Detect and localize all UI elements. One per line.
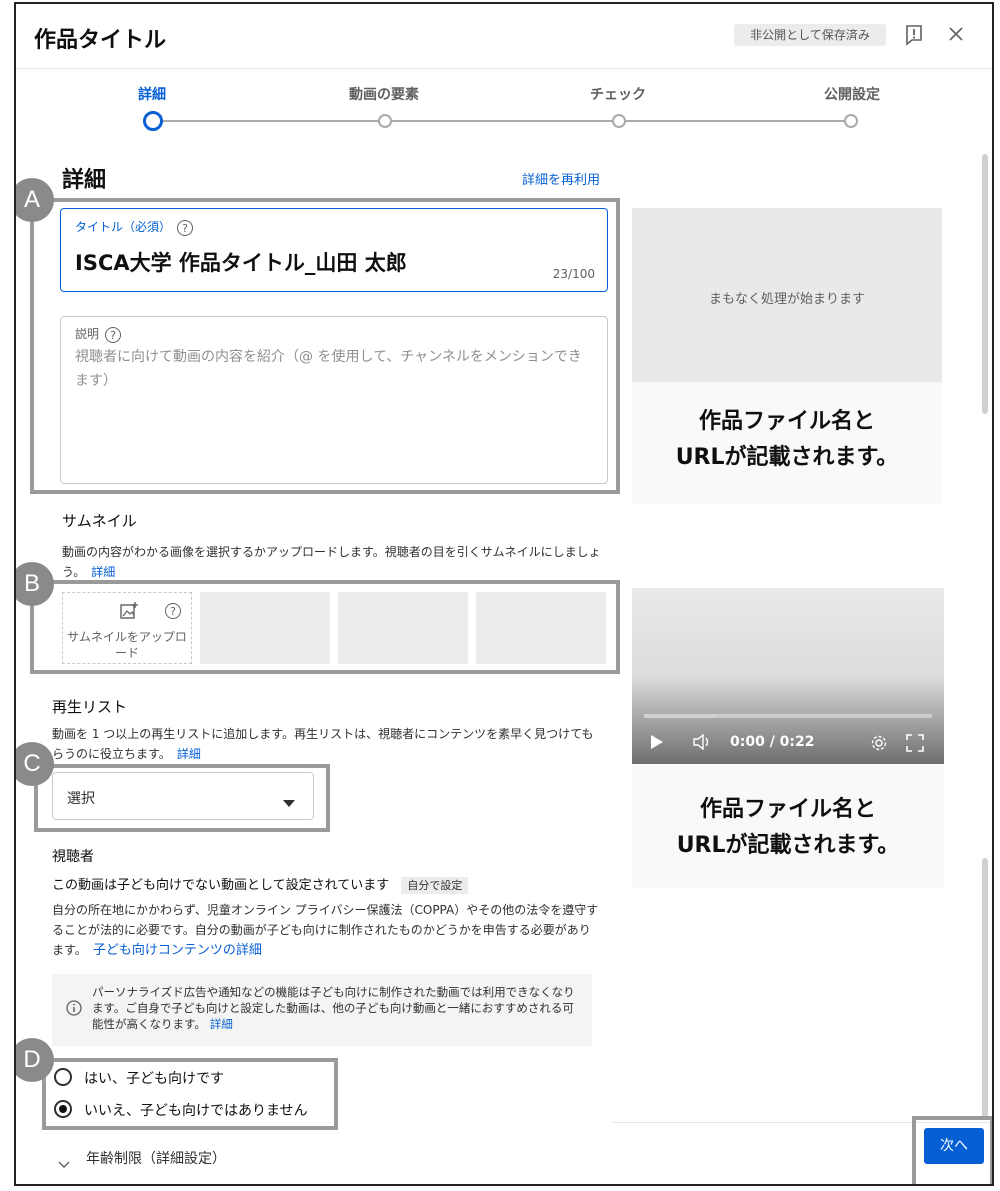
audience-status-row: この動画は子ども向けでない動画として設定されています 自分で設定: [52, 874, 469, 894]
stepper-track: [152, 120, 852, 122]
annotation-box-c: [34, 764, 330, 832]
details-heading: 詳細: [62, 168, 107, 193]
audience-heading: 視聴者: [52, 849, 94, 865]
annotation-box-d: [42, 1058, 338, 1130]
chevron-down-icon[interactable]: [58, 1154, 70, 1173]
thumbnail-heading: サムネイル: [62, 512, 137, 530]
step-checks[interactable]: チェック: [558, 84, 678, 104]
settings-gear-icon[interactable]: [870, 734, 888, 756]
upload-dialog: 作品タイトル 非公開として保存済み 詳細 動画の要素 チェック 公開設定 詳細 …: [14, 2, 994, 1186]
header-divider: [16, 68, 992, 69]
playlist-learn-more-link[interactable]: 詳細: [177, 747, 201, 761]
reuse-details-link[interactable]: 詳細を再利用: [522, 169, 600, 188]
audience-status-badge: 自分で設定: [401, 877, 469, 894]
video-time: 0:00 / 0:22: [730, 734, 815, 750]
saved-status-badge: 非公開として保存済み: [734, 24, 886, 46]
annotation-box-a: [30, 198, 620, 494]
next-button[interactable]: 次へ: [924, 1128, 984, 1164]
playlist-description-text: 動画を 1 つ以上の再生リストに追加します。再生リストは、視聴者にコンテンツを素…: [52, 727, 594, 761]
playlist-heading: 再生リスト: [52, 698, 128, 716]
file-url-note2-line1: 作品ファイル名と: [699, 797, 876, 822]
processing-text: まもなく処理が始まります: [708, 292, 865, 307]
playlist-description: 動画を 1 つ以上の再生リストに追加します。再生リストは、視聴者にコンテンツを素…: [52, 724, 600, 764]
step-video-elements[interactable]: 動画の要素: [324, 84, 444, 104]
close-icon[interactable]: [946, 24, 966, 49]
annotation-box-b: [30, 580, 620, 674]
file-url-note2-line2: URLが記載されます。: [676, 833, 900, 858]
step-dot-checks[interactable]: [612, 114, 626, 128]
video-info-panel: 作品ファイル名と URLが記載されます。: [632, 382, 942, 504]
step-dot-visibility[interactable]: [844, 114, 858, 128]
file-url-note-line2: URLが記載されます。: [675, 445, 899, 470]
fullscreen-icon[interactable]: [906, 734, 924, 756]
info-learn-more-link[interactable]: 詳細: [210, 1017, 233, 1031]
video-progress-bar[interactable]: [644, 714, 932, 718]
step-dot-video-elements[interactable]: [378, 114, 392, 128]
age-restriction-toggle[interactable]: 年齢制限（詳細設定）: [86, 1148, 226, 1168]
dialog-title: 作品タイトル: [34, 28, 167, 53]
video-details-panel: 作品ファイル名と URLが記載されます。: [632, 764, 944, 888]
thumbnail-learn-more-link[interactable]: 詳細: [91, 565, 115, 579]
volume-icon[interactable]: [692, 733, 712, 754]
audience-description: 自分の所在地にかかわらず、児童オンライン プライバシー保護法（COPPA）やその…: [52, 900, 600, 961]
info-icon: [66, 1000, 82, 1020]
play-icon[interactable]: [650, 734, 664, 754]
file-url-note-line1: 作品ファイル名と: [698, 409, 875, 434]
thumbnail-description: 動画の内容がわかる画像を選択するかアップロードします。視聴者の目を引くサムネイル…: [62, 542, 610, 582]
step-dot-details[interactable]: [143, 111, 163, 131]
scrollbar-thumb-lower[interactable]: [982, 858, 988, 1118]
video-processing-preview: まもなく処理が始まります: [632, 208, 942, 382]
video-player[interactable]: 0:00 / 0:22: [632, 588, 944, 764]
scrollbar-thumb[interactable]: [982, 154, 988, 414]
audience-status: この動画は子ども向けでない動画として設定されています: [52, 878, 390, 893]
info-notice-text: パーソナライズド広告や通知などの機能は子ども向けに制作された動画では利用できなく…: [92, 985, 575, 1031]
info-notice-text-wrap: パーソナライズド広告や通知などの機能は子ども向けに制作された動画では利用できなく…: [92, 984, 576, 1032]
info-notice: パーソナライズド広告や通知などの機能は子ども向けに制作された動画では利用できなく…: [52, 974, 592, 1046]
kids-content-learn-more-link[interactable]: 子ども向けコンテンツの詳細: [93, 943, 262, 958]
feedback-icon[interactable]: [904, 24, 924, 51]
step-details[interactable]: 詳細: [92, 84, 212, 104]
step-visibility[interactable]: 公開設定: [792, 84, 912, 104]
thumbnail-description-text: 動画の内容がわかる画像を選択するかアップロードします。視聴者の目を引くサムネイル…: [62, 545, 601, 579]
